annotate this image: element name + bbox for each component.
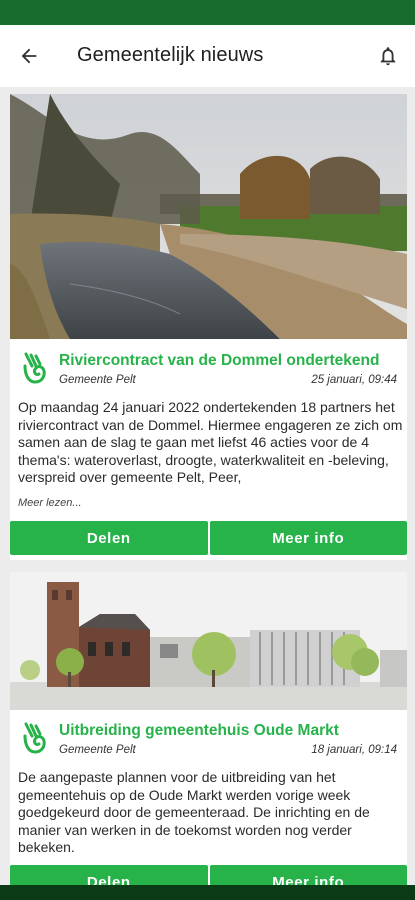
article-date: 25 januari, 09:44 [311, 374, 397, 386]
news-feed[interactable]: Riviercontract van de Dommel ondertekend… [0, 87, 415, 900]
article-title[interactable]: Riviercontract van de Dommel ondertekend [59, 352, 379, 370]
back-button[interactable] [14, 42, 44, 70]
gemeente-pelt-logo [23, 722, 46, 754]
page-title: Gemeentelijk nieuws [77, 44, 264, 66]
town-hall-rendering[interactable] [10, 572, 407, 710]
card-actions: Delen Meer info [10, 521, 407, 555]
news-card[interactable]: Uitbreiding gemeentehuis Oude Markt Geme… [10, 572, 407, 900]
article-body: Op maandag 24 januari 2022 ondertekenden… [18, 399, 403, 486]
river-landscape-photo[interactable] [10, 94, 407, 339]
news-card[interactable]: Riviercontract van de Dommel ondertekend… [10, 94, 407, 560]
status-bar [0, 0, 415, 25]
share-button[interactable]: Delen [10, 521, 208, 555]
read-more-link[interactable]: Meer lezen... [18, 497, 82, 509]
more-info-button[interactable]: Meer info [209, 521, 407, 555]
arrow-left-icon [21, 48, 37, 64]
article-source: Gemeente Pelt [59, 744, 136, 756]
navigation-bar [0, 885, 415, 900]
article-date: 18 januari, 09:14 [311, 744, 397, 756]
notifications-button[interactable] [373, 41, 403, 71]
bell-icon [380, 47, 396, 66]
gemeente-pelt-logo [23, 352, 46, 384]
app-bar: Gemeentelijk nieuws [0, 25, 415, 87]
article-title[interactable]: Uitbreiding gemeentehuis Oude Markt [59, 722, 339, 740]
article-body: De aangepaste plannen voor de uitbreidin… [18, 769, 370, 856]
article-source: Gemeente Pelt [59, 374, 136, 386]
